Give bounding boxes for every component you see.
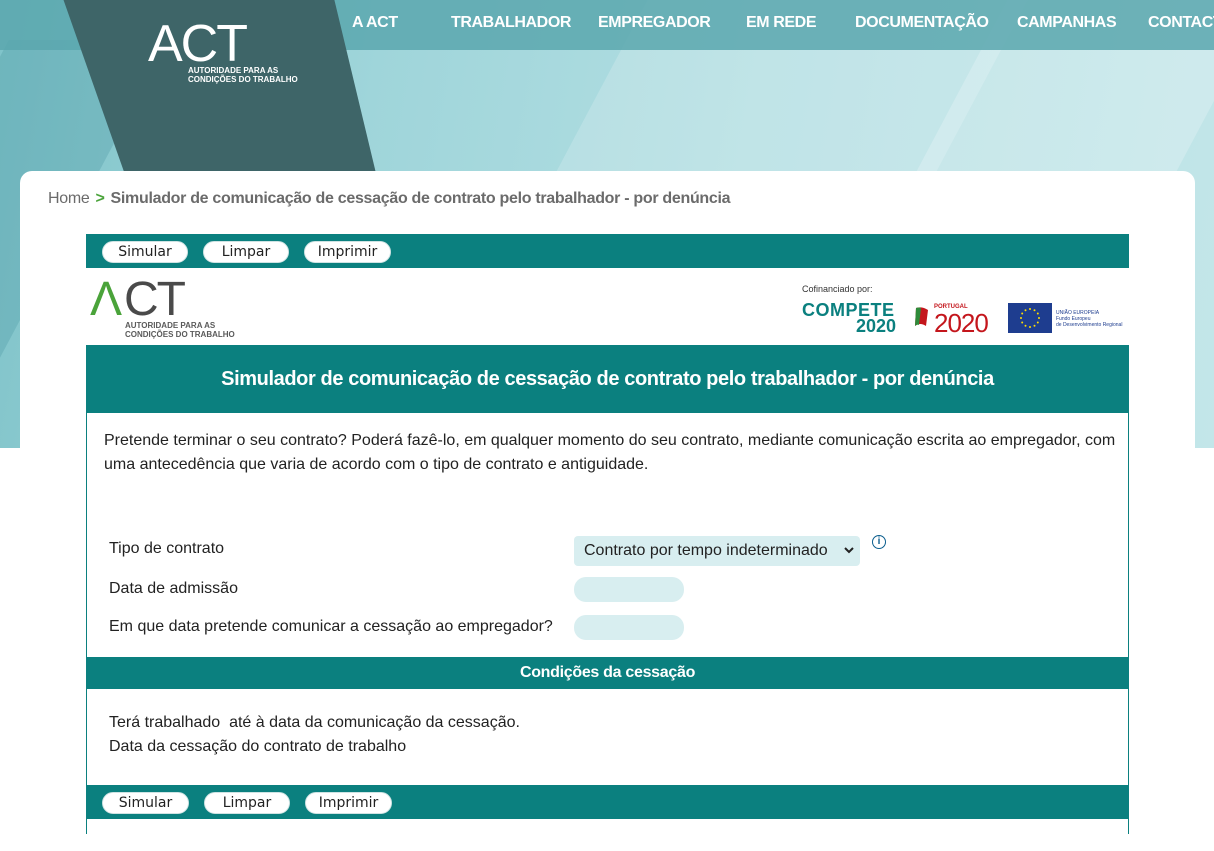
tipo-contrato-value: Contrato por tempo indeterminado [584, 542, 828, 559]
breadcrumb-current: Simulador de comunicação de cessação de … [110, 190, 731, 207]
tipo-contrato-select[interactable]: Contrato por tempo indeterminado [574, 536, 860, 566]
toolbar-top: Simular Limpar Imprimir [86, 234, 1129, 268]
portugal-2020-logo: PORTUGAL 2020 [914, 302, 1000, 338]
act-logo-subtitle: AUTORIDADE PARA AS CONDIÇÕES DO TRABALHO [125, 321, 245, 339]
eu-text-line3: de Desenvolvimento Regional [1056, 322, 1123, 328]
info-icon[interactable]: i [872, 535, 886, 549]
cofinanciado-label: Cofinanciado por: [802, 284, 873, 294]
imprimir-button[interactable]: Imprimir [305, 792, 392, 814]
site-logo-text: ACT [148, 15, 248, 73]
nav-item-contact[interactable]: CONTACT [1148, 14, 1214, 32]
simular-button[interactable]: Simular [102, 241, 188, 263]
act-logo-ct: CT [124, 273, 186, 326]
data-admissao-input[interactable] [574, 577, 684, 602]
nav-item-empregador[interactable]: EMPREGADOR [598, 14, 711, 32]
eu-flag-icon [1008, 303, 1052, 333]
nav-item-a-act[interactable]: A ACT [352, 14, 398, 32]
portugal-flag-icon [915, 307, 928, 326]
act-logo-a: Λ [90, 273, 122, 326]
nav-item-trabalhador[interactable]: TRABALHADOR [451, 14, 571, 32]
limpar-button[interactable]: Limpar [203, 241, 289, 263]
result-trabalhado: Terá trabalhado até à data da comunicaçã… [109, 714, 520, 731]
eu-text: UNIÃO EUROPEIA Fundo Europeu de Desenvol… [1056, 310, 1136, 328]
logos-strip: Λ CT AUTORIDADE PARA AS CONDIÇÕES DO TRA… [86, 268, 1129, 345]
site-logo-subtitle: AUTORIDADE PARA AS CONDIÇÕES DO TRABALHO [188, 66, 298, 84]
imprimir-button[interactable]: Imprimir [304, 241, 391, 263]
breadcrumb: Home > Simulador de comunicação de cessaçã… [48, 190, 731, 208]
simulator-title: Simulador de comunicação de cessação de … [86, 345, 1129, 413]
data-comunicacao-input[interactable] [574, 615, 684, 640]
toolbar-bottom: Simular Limpar Imprimir [86, 785, 1129, 819]
portugal-year: 2020 [934, 308, 989, 338]
act-logo-sub-line1: AUTORIDADE PARA AS [125, 321, 216, 330]
breadcrumb-separator: > [95, 190, 105, 207]
intro-text: Pretende terminar o seu contrato? Poderá… [104, 432, 1116, 473]
eu-stars-icon [1020, 308, 1040, 328]
simular-button[interactable]: Simular [102, 792, 189, 814]
nav-item-campanhas[interactable]: CAMPANHAS [1017, 14, 1117, 32]
act-logo-sub-line2: CONDIÇÕES DO TRABALHO [125, 330, 235, 339]
data-comunicacao-label: Em que data pretende comunicar a cessaçã… [109, 618, 553, 635]
limpar-button[interactable]: Limpar [204, 792, 290, 814]
breadcrumb-home[interactable]: Home [48, 190, 90, 207]
tipo-contrato-label: Tipo de contrato [109, 540, 225, 557]
nav-item-em-rede[interactable]: EM REDE [746, 14, 817, 32]
data-admissao-label: Data de admissão [109, 580, 238, 597]
compete-year: 2020 [856, 316, 897, 336]
site-logo[interactable]: ACT AUTORIDADE PARA AS CONDIÇÕES DO TRAB… [148, 15, 308, 92]
result-data-cessacao: Data da cessação do contrato de trabalho [109, 738, 407, 755]
compete-2020-logo: COMPETE 2020 [802, 300, 902, 336]
condicoes-section-title: Condições da cessação [86, 657, 1129, 689]
chevron-down-icon [844, 536, 854, 577]
nav-item-documentacao[interactable]: DOCUMENTAÇÃO [855, 14, 989, 32]
